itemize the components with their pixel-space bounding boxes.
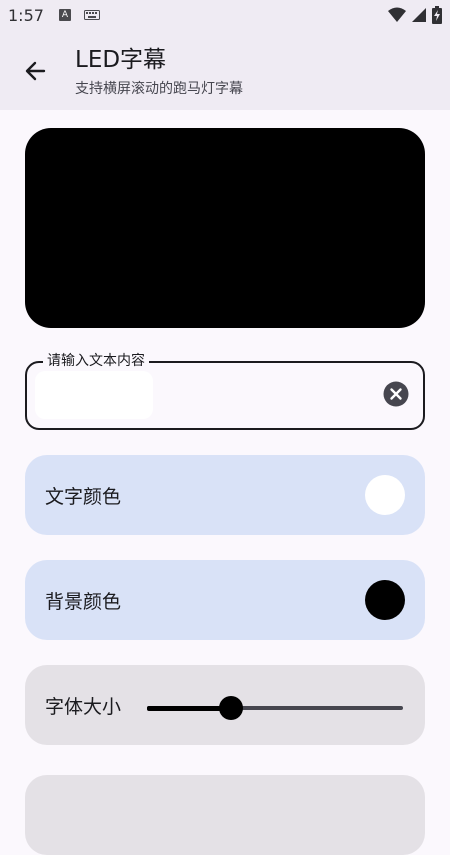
background-color-label: 背景颜色 <box>45 591 122 613</box>
text-color-label: 文字颜色 <box>45 486 122 508</box>
background-color-swatch[interactable] <box>365 580 405 620</box>
background-color-setting[interactable]: 背景颜色 <box>25 560 425 640</box>
status-bar: 1:57 A <box>0 0 450 32</box>
led-preview[interactable] <box>25 128 425 328</box>
wifi-icon <box>388 7 406 22</box>
battery-charging-icon <box>432 6 442 24</box>
page-subtitle: 支持横屏滚动的跑马灯字幕 <box>75 81 243 97</box>
font-size-label: 字体大小 <box>45 696 122 718</box>
text-input-label: 请输入文本内容 <box>43 352 149 370</box>
a-letter-icon: A <box>59 9 71 21</box>
text-color-swatch[interactable] <box>365 475 405 515</box>
slider-thumb[interactable] <box>219 696 244 720</box>
text-input-field[interactable]: 请输入文本内容 <box>25 352 425 430</box>
top-app-bar: LED字幕 支持横屏滚动的跑马灯字幕 <box>0 32 450 110</box>
cancel-circle-icon[interactable] <box>383 381 409 407</box>
status-time: 1:57 <box>8 6 44 25</box>
text-color-setting[interactable]: 文字颜色 <box>25 455 425 535</box>
text-input[interactable] <box>35 371 153 419</box>
cell-signal-icon <box>412 8 426 22</box>
font-size-setting: 字体大小 <box>25 665 425 745</box>
font-size-slider[interactable] <box>147 696 403 720</box>
page-title: LED字幕 <box>75 47 167 73</box>
arrow-back-icon[interactable] <box>20 56 50 86</box>
next-setting-card[interactable] <box>25 775 425 855</box>
keyboard-icon <box>84 10 100 20</box>
